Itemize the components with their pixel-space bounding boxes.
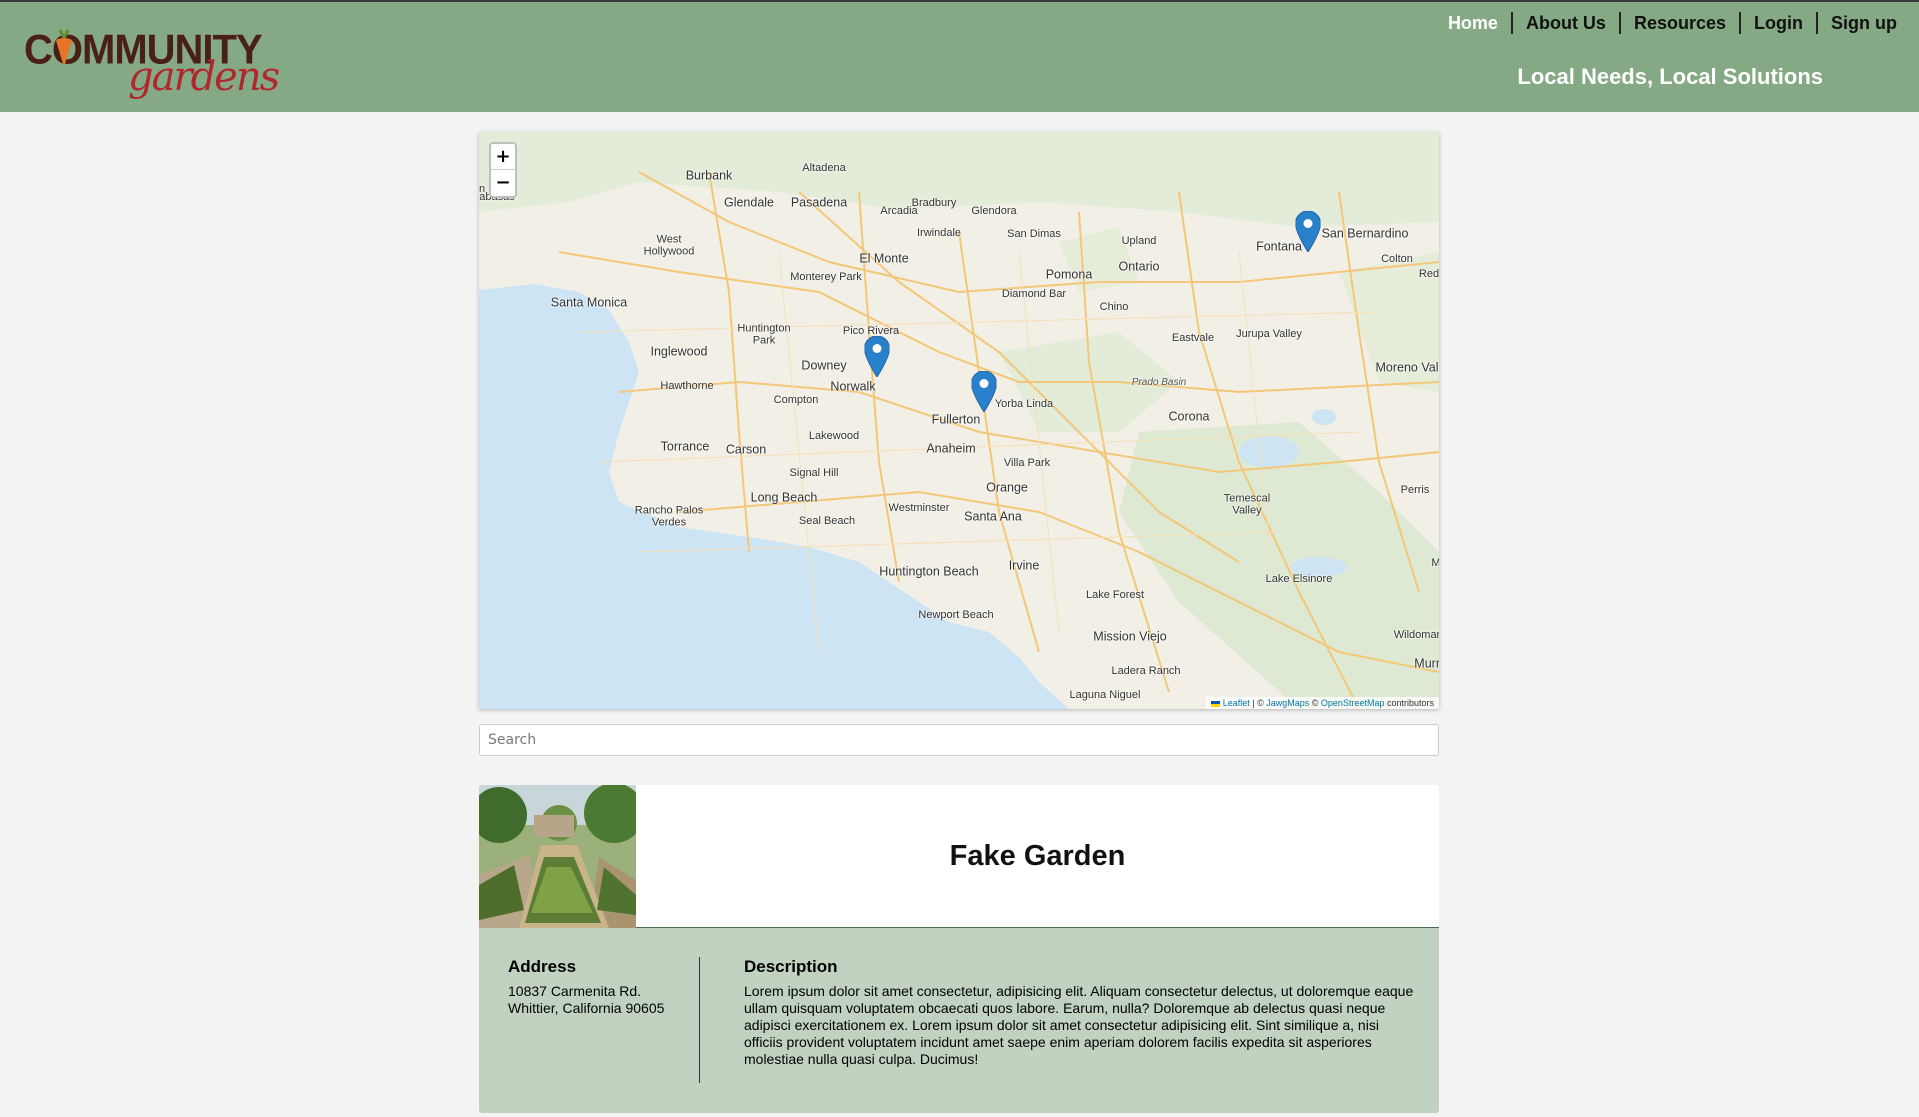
map-place-label: Mission Viejo xyxy=(1093,629,1167,644)
map-place-label: Norwalk xyxy=(830,379,876,394)
map-place-label: Temescal Valley xyxy=(1223,492,1271,516)
map-place-label: Seal Beach xyxy=(798,515,856,528)
attribution-separator: | © xyxy=(1249,698,1267,708)
map-place-label: Monterey Park xyxy=(790,271,862,284)
map-place-label: Huntington Beach xyxy=(879,564,979,579)
map-place-label: Ladera Ranch xyxy=(1111,665,1181,678)
map-place-label: Anaheim xyxy=(926,441,976,456)
map-place-label: Red xyxy=(1418,268,1439,281)
map-place-label: San Bernardino xyxy=(1321,226,1409,241)
garden-search-input[interactable] xyxy=(479,724,1439,756)
garden-details: Address 10837 Carmenita Rd. Whittier, Ca… xyxy=(479,928,1439,1113)
map-place-label: Compton xyxy=(773,394,819,407)
map-place-label: Santa Monica xyxy=(550,295,628,310)
description-text: Lorem ipsum dolor sit amet consectetur, … xyxy=(744,983,1414,1067)
map-place-label: Jurupa Valley xyxy=(1236,328,1302,341)
garden-card: Fake Garden Address 10837 Carmenita Rd. … xyxy=(479,785,1439,1113)
map-place-label: Irwindale xyxy=(916,227,962,240)
map-place-label: Corona xyxy=(1168,409,1210,424)
map-place-label: Villa Park xyxy=(1003,457,1051,470)
map-place-label: Lake Forest xyxy=(1085,589,1145,602)
community-gardens-logo[interactable]: COMMUNITY gardens xyxy=(24,14,280,104)
garden-location-marker[interactable] xyxy=(1295,211,1321,252)
map-place-label: Perris xyxy=(1400,484,1430,497)
map-place-label: West Hollywood xyxy=(643,233,695,257)
zoom-out-button[interactable]: − xyxy=(491,170,515,196)
main-nav: Home About Us Resources Login Sign up xyxy=(1435,12,1897,34)
map-place-label: Rancho Palos Verdes xyxy=(634,504,704,528)
map-place-label: Prado Basin xyxy=(1131,376,1187,388)
map-place-label: Arcadia xyxy=(880,205,918,218)
map-place-label: Hawthorne xyxy=(660,380,714,393)
map-place-label: Diamond Bar xyxy=(1001,288,1067,301)
ukraine-flag-icon xyxy=(1211,700,1221,707)
map-place-label: Murrie xyxy=(1414,656,1439,671)
map-place-label: n xyxy=(479,183,486,196)
logo-wordmark-gardens: gardens xyxy=(128,54,280,100)
nav-sign-up-link[interactable]: Sign up xyxy=(1816,12,1897,34)
garden-name: Fake Garden xyxy=(949,840,1126,872)
map-place-label: Upland xyxy=(1121,235,1157,248)
carrot-icon xyxy=(56,29,72,65)
garden-card-header: Fake Garden xyxy=(479,785,1439,928)
map-place-label: Eastvale xyxy=(1171,332,1215,345)
nav-resources-link[interactable]: Resources xyxy=(1618,12,1739,34)
map-place-label: Lake Elsinore xyxy=(1265,573,1333,586)
map-place-label: Moreno Val xyxy=(1375,360,1439,375)
map-place-label: Irvine xyxy=(1008,558,1040,573)
map-place-label: Fullerton xyxy=(931,412,981,427)
garden-location-marker[interactable] xyxy=(864,336,890,377)
openstreetmap-link[interactable]: OpenStreetMap xyxy=(1321,698,1385,708)
jawgmaps-link[interactable]: JawgMaps xyxy=(1266,698,1309,708)
map-place-label: Downey xyxy=(801,358,847,373)
nav-login-link[interactable]: Login xyxy=(1739,12,1816,34)
map-place-label: Bradbury xyxy=(911,197,957,210)
map-place-label: San Dimas xyxy=(1007,228,1061,241)
garden-description-section: Description Lorem ipsum dolor sit amet c… xyxy=(744,957,1414,1068)
map-attribution: Leaflet | © JawgMaps © OpenStreetMap con… xyxy=(1206,697,1439,709)
map-place-label: Me xyxy=(1431,557,1439,570)
map-place-label: Long Beach xyxy=(750,490,818,505)
attribution-osm-prefix: © xyxy=(1309,698,1321,708)
map-place-label: El Monte xyxy=(859,251,909,266)
map-place-label: Pomona xyxy=(1045,267,1093,282)
map-place-label: Huntington Park xyxy=(737,322,791,346)
map-place-label: Chino xyxy=(1099,301,1129,314)
map-place-label: Glendale xyxy=(723,195,775,210)
map-place-label: Carson xyxy=(725,442,767,457)
map-place-label: Signal Hill xyxy=(789,467,839,480)
address-line-2: Whittier, California 90605 xyxy=(508,1000,665,1016)
map-place-label: Wildomar xyxy=(1393,629,1439,642)
attribution-suffix: contributors xyxy=(1384,698,1434,708)
nav-home-link[interactable]: Home xyxy=(1435,12,1511,34)
map-place-label: Ontario xyxy=(1118,259,1160,274)
map-place-label: Orange xyxy=(986,480,1028,495)
map-place-label: Lakewood xyxy=(808,430,860,443)
map-place-label: Newport Beach xyxy=(918,609,994,622)
address-line-1: 10837 Carmenita Rd. xyxy=(508,983,642,999)
map-place-label: Altadena xyxy=(802,162,846,175)
garden-photo xyxy=(479,785,636,928)
map-place-label: Laguna Niguel xyxy=(1069,689,1141,702)
map-place-label: Santa Ana xyxy=(964,509,1022,524)
leaflet-link[interactable]: Leaflet xyxy=(1223,698,1250,708)
description-heading: Description xyxy=(744,957,838,976)
map-place-label: Westminster xyxy=(888,502,950,515)
zoom-in-button[interactable]: + xyxy=(491,144,515,170)
site-tagline: Local Needs, Local Solutions xyxy=(1517,64,1823,89)
map-place-label: Yorba Linda xyxy=(994,398,1054,411)
garden-location-marker[interactable] xyxy=(971,371,997,412)
site-header: COMMUNITY gardens Home About Us Resource… xyxy=(0,0,1919,112)
map-place-label: Inglewood xyxy=(650,344,708,359)
map-place-label: Burbank xyxy=(685,168,733,183)
map-place-label: Colton xyxy=(1381,253,1413,266)
address-heading: Address xyxy=(508,957,577,976)
map-zoom-control: + − xyxy=(489,142,517,198)
map-place-label: Pasadena xyxy=(790,195,848,210)
map-place-label: Torrance xyxy=(660,439,710,454)
garden-address-section: Address 10837 Carmenita Rd. Whittier, Ca… xyxy=(508,957,700,1083)
garden-map[interactable]: Burbank Altadena Glendale Pasadena Bradbury A… xyxy=(479,132,1439,709)
map-place-label: Glendora xyxy=(971,205,1017,218)
nav-about-us-link[interactable]: About Us xyxy=(1510,12,1619,34)
